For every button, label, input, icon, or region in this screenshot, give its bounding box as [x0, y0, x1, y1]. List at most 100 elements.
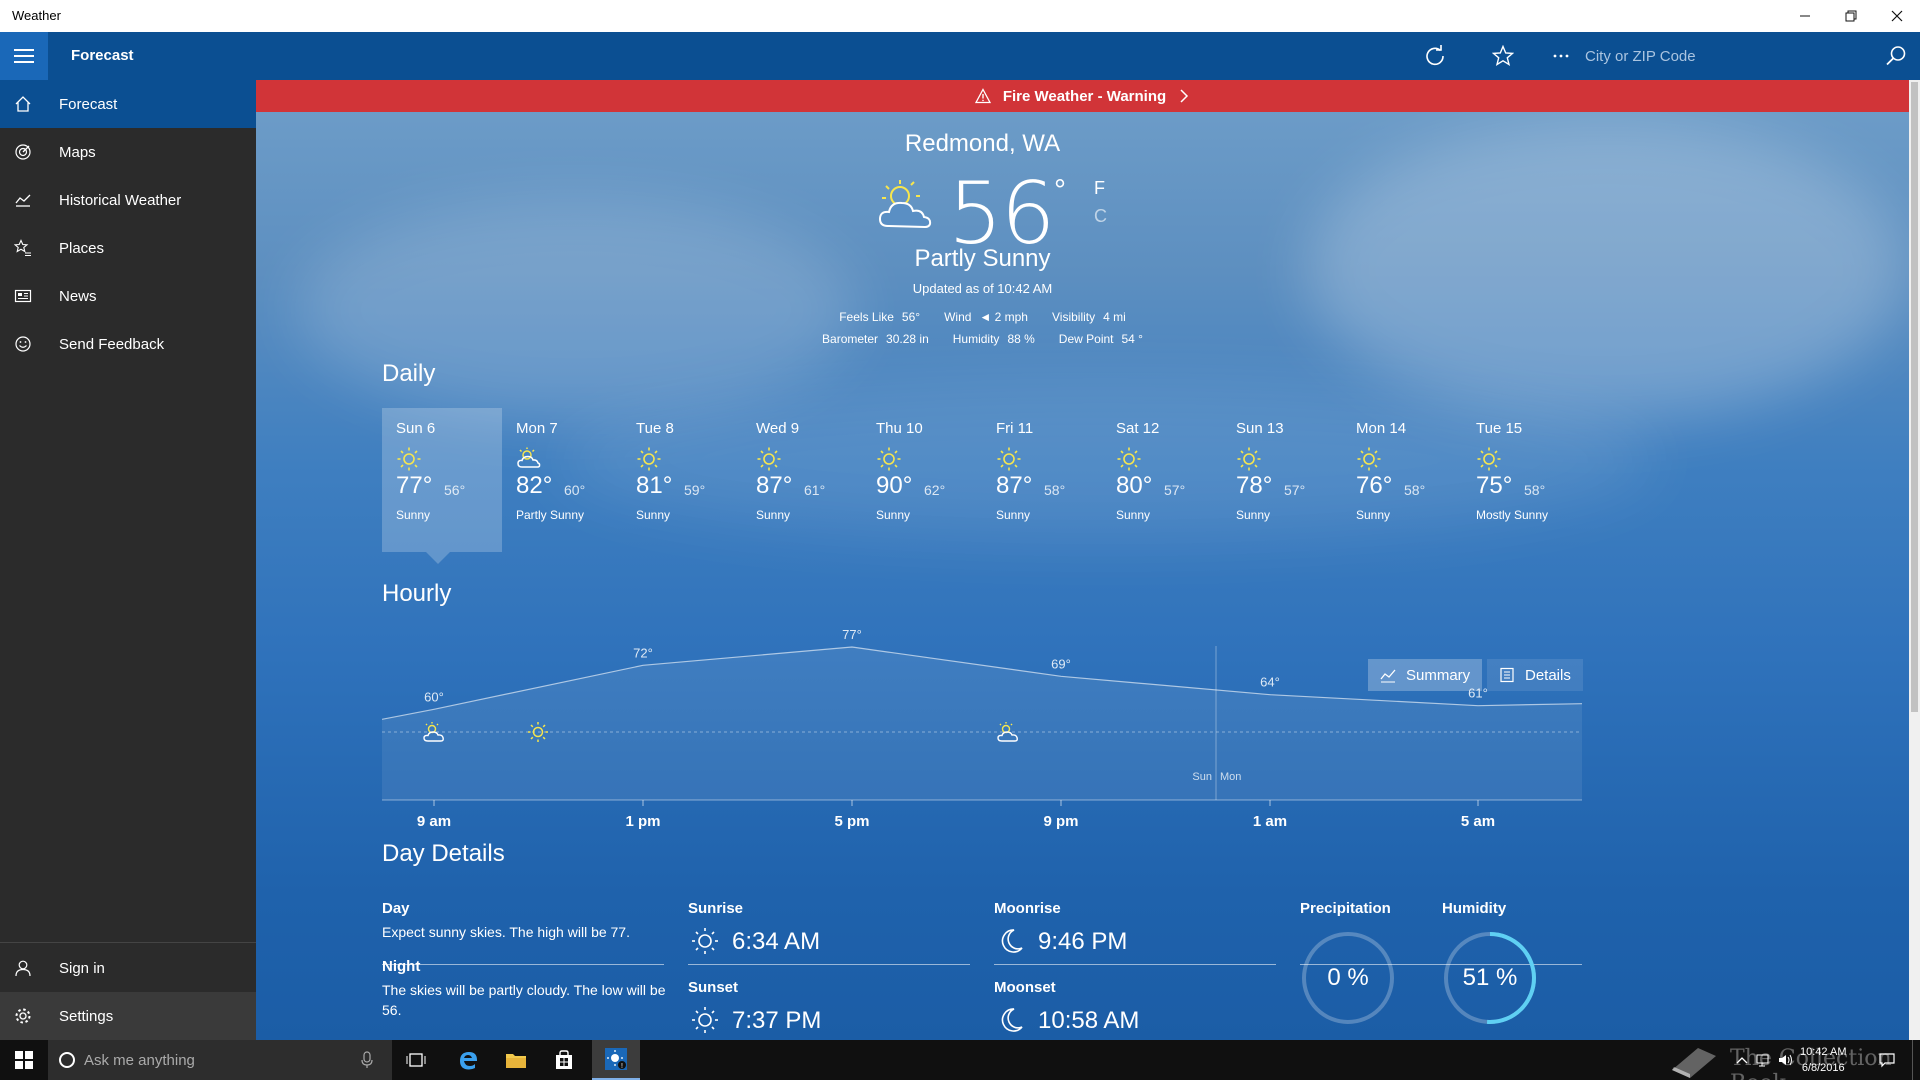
- file-explorer-button[interactable]: [492, 1040, 540, 1080]
- day-high: 87°: [996, 472, 1033, 499]
- day-card[interactable]: Tue 8 81° 59° Sunny: [622, 408, 742, 552]
- store-button[interactable]: [540, 1040, 588, 1080]
- refresh-button[interactable]: [1411, 32, 1459, 80]
- warning-icon: [974, 88, 991, 104]
- sidebar-item-label: Settings: [59, 1007, 114, 1025]
- day-name: Thu 10: [876, 420, 923, 437]
- day-condition: Partly Sunny: [516, 508, 585, 522]
- day-card[interactable]: Mon 14 76° 58° Sunny: [1342, 408, 1462, 552]
- daily-title: Daily: [382, 360, 436, 387]
- hourly-temp-label: 69°: [1051, 656, 1071, 671]
- day-high: 90°: [876, 472, 913, 499]
- sidebar-item-places[interactable]: Places: [0, 224, 256, 272]
- show-desktop-button[interactable]: [1912, 1040, 1920, 1080]
- taskbar-clock[interactable]: 10:42 AM 6/8/2016: [1800, 1044, 1846, 1076]
- network-icon: [1756, 1054, 1769, 1067]
- sidebar-item-sign-in[interactable]: Sign in: [0, 944, 256, 992]
- start-button[interactable]: [0, 1040, 48, 1080]
- sidebar-item-settings[interactable]: Settings: [0, 992, 256, 1040]
- network-button[interactable]: [1754, 1040, 1774, 1080]
- favorite-button[interactable]: [1479, 32, 1527, 80]
- search-input[interactable]: [1585, 40, 1865, 72]
- stat-wind: Wind ◄ 2 mph: [944, 310, 1028, 324]
- more-options-button[interactable]: [1537, 32, 1585, 80]
- sidebar-item-label: Send Feedback: [59, 335, 165, 353]
- sidebar-item-send-feedback[interactable]: Send Feedback: [0, 320, 256, 368]
- day-card[interactable]: Sun 13 78° 57° Sunny: [1222, 408, 1342, 552]
- sidebar-item-forecast[interactable]: Forecast: [0, 80, 256, 128]
- edge-browser-button[interactable]: [444, 1040, 492, 1080]
- task-view-button[interactable]: [392, 1040, 440, 1080]
- moonrise-time: 9:46 PM: [1038, 928, 1128, 955]
- store-bag-icon: [556, 1050, 572, 1069]
- sunrise-label: Sunrise: [688, 900, 744, 917]
- home-icon: [0, 80, 46, 128]
- folder-icon: [506, 1054, 526, 1068]
- night-description: The skies will be partly cloudy. The low…: [382, 982, 666, 1018]
- weather-app-taskbar-button[interactable]: !: [592, 1040, 640, 1080]
- day-high: 78°: [1236, 472, 1273, 499]
- app-title: Weather: [12, 8, 61, 23]
- sidebar-item-label: Places: [59, 239, 105, 257]
- day-low: 57°: [1164, 482, 1186, 498]
- close-icon: [1891, 10, 1903, 22]
- day-card[interactable]: Sat 12 80° 57° Sunny: [1102, 408, 1222, 552]
- day-card[interactable]: Tue 15 75° 58° Mostly Sunny: [1462, 408, 1582, 552]
- current-condition: Partly Sunny: [914, 245, 1051, 272]
- sunrise-icon: [692, 928, 718, 954]
- day-card[interactable]: Thu 10 90° 62° Sunny: [862, 408, 982, 552]
- day-card[interactable]: Fri 11 87° 58° Sunny: [982, 408, 1102, 552]
- chevron-up-icon: [1736, 1057, 1748, 1064]
- chart-icon: [0, 176, 46, 224]
- action-center-button[interactable]: [1872, 1040, 1902, 1080]
- scrollbar-thumb[interactable]: [1911, 82, 1918, 712]
- sidebar-item-label: Historical Weather: [59, 191, 182, 209]
- day-card[interactable]: Mon 7 82° 60° Partly Sunny: [502, 408, 622, 552]
- close-button[interactable]: [1874, 0, 1920, 32]
- day-low: 59°: [684, 482, 706, 498]
- sidebar-item-news[interactable]: News: [0, 272, 256, 320]
- day-name: Mon 14: [1356, 420, 1407, 437]
- volume-button[interactable]: [1776, 1040, 1796, 1080]
- hourly-area: [382, 647, 1582, 800]
- day-card[interactable]: Wed 9 87° 61° Sunny: [742, 408, 862, 552]
- restore-button[interactable]: [1828, 0, 1874, 32]
- fahrenheit-toggle[interactable]: F: [1094, 178, 1105, 199]
- sidebar-item-maps[interactable]: Maps: [0, 128, 256, 176]
- section-divider: [994, 964, 1276, 965]
- stat-humidity: Humidity 88 %: [952, 332, 1035, 346]
- sidebar: Forecast Maps Historical Weather Places …: [0, 80, 256, 1040]
- sunset-label: Sunset: [688, 979, 739, 996]
- day-high: 77°: [396, 472, 433, 499]
- selected-day-pointer: [426, 552, 450, 564]
- day-card[interactable]: Sun 6 77° 56° Sunny: [382, 408, 502, 552]
- day-name: Wed 9: [756, 420, 800, 437]
- day-name: Tue 8: [636, 420, 674, 437]
- day-condition: Sunny: [636, 508, 671, 522]
- show-hidden-icons-button[interactable]: [1732, 1040, 1752, 1080]
- humidity-label: Humidity: [1442, 900, 1507, 917]
- day-low: 58°: [1404, 482, 1426, 498]
- alert-banner[interactable]: Fire Weather - Warning: [256, 80, 1909, 112]
- vertical-scrollbar[interactable]: [1909, 80, 1920, 1040]
- sunrise-time: 6:34 AM: [732, 928, 821, 955]
- minimize-button[interactable]: [1782, 0, 1828, 32]
- windows-logo-icon: [15, 1051, 33, 1069]
- section-divider: [382, 964, 664, 965]
- hourly-title: Hourly: [382, 580, 452, 607]
- cortana-search-input[interactable]: [84, 1050, 344, 1070]
- hamburger-menu-button[interactable]: [0, 32, 48, 80]
- day-label: Day: [382, 900, 410, 917]
- celsius-toggle[interactable]: C: [1094, 206, 1107, 227]
- day-low: 60°: [564, 482, 586, 498]
- page-title: Forecast: [71, 47, 134, 64]
- search-button[interactable]: [1872, 32, 1920, 80]
- day-low: 62°: [924, 482, 946, 498]
- sidebar-item-historical-weather[interactable]: Historical Weather: [0, 176, 256, 224]
- forecast-panel: Fire Weather - Warning Redmond, WA 56 ° …: [256, 80, 1909, 1040]
- day-name: Mon 7: [516, 420, 558, 437]
- moonrise-icon: [1001, 929, 1023, 953]
- partly-sunny-icon: [878, 180, 932, 229]
- microphone-icon: [361, 1051, 373, 1068]
- news-icon: [0, 272, 46, 320]
